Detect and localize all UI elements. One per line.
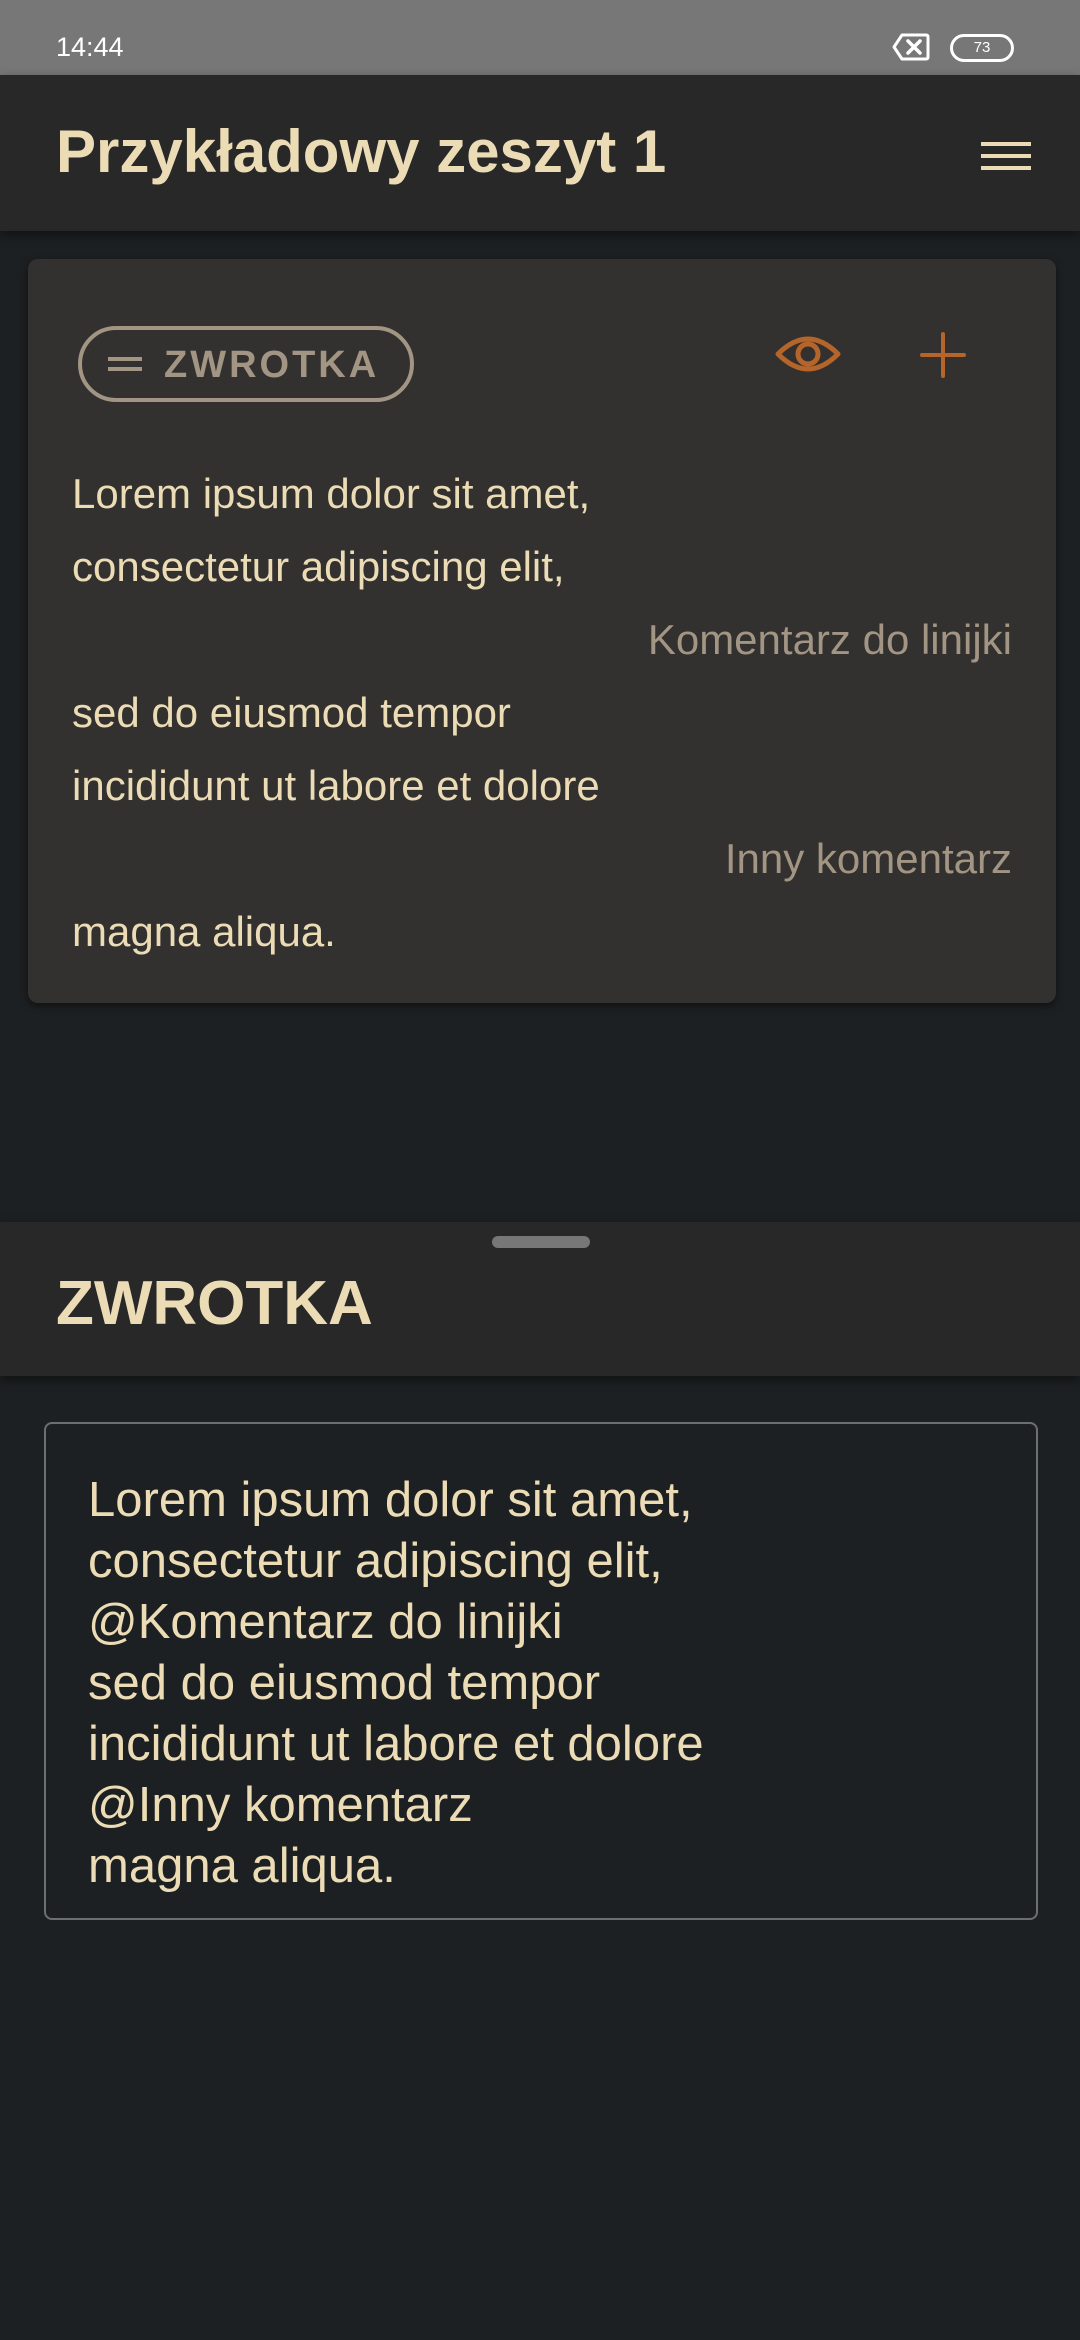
editor-line: magna aliqua. — [88, 1839, 396, 1893]
editor-line: Lorem ipsum dolor sit amet, — [88, 1473, 693, 1527]
hamburger-menu-icon — [981, 142, 1031, 170]
verse-type-chip[interactable]: ZWROTKA — [78, 326, 414, 402]
toggle-preview-button[interactable] — [768, 324, 848, 384]
status-time: 14:44 — [56, 32, 124, 62]
bottom-sheet-header: ZWROTKA — [0, 1222, 1080, 1376]
verse-line: sed do eiusmod tempor — [72, 689, 511, 736]
verse-card: ZWROTKA Lorem ipsum dolor sit amet, cons… — [28, 259, 1056, 1003]
menu-button[interactable] — [970, 131, 1040, 181]
editor-line: consectetur adipiscing elit, — [88, 1534, 663, 1588]
verse-line: magna aliqua. — [72, 908, 336, 955]
line-comment: Komentarz do linijki — [647, 616, 1012, 663]
editor-line: @Inny komentarz — [88, 1778, 473, 1832]
editor-line: @Komentarz do linijki — [88, 1595, 563, 1649]
status-bar: 14:44 73 — [0, 0, 1080, 75]
chip-label: ZWROTKA — [164, 344, 380, 386]
add-line-button[interactable] — [912, 324, 974, 386]
sheet-title: ZWROTKA — [56, 1269, 373, 1338]
editor-content: Lorem ipsum dolor sit amet, consectetur … — [88, 1470, 988, 1897]
editor-line: sed do eiusmod tempor — [88, 1656, 601, 1710]
drag-handle-icon — [108, 357, 142, 371]
line-comment: Inny komentarz — [724, 835, 1012, 882]
close-box-icon — [892, 32, 930, 62]
sheet-drag-handle[interactable] — [492, 1236, 590, 1248]
verse-line: Lorem ipsum dolor sit amet, — [72, 470, 591, 517]
verse-text-editor[interactable]: Lorem ipsum dolor sit amet, consectetur … — [44, 1422, 1038, 1920]
eye-icon — [775, 336, 841, 372]
editor-line: incididunt ut labore et dolore — [88, 1717, 704, 1771]
verse-lines: Lorem ipsum dolor sit amet, consectetur … — [72, 457, 1012, 968]
verse-line: consectetur adipiscing elit, — [72, 543, 565, 590]
plus-icon — [920, 332, 966, 378]
verse-line: incididunt ut labore et dolore — [72, 762, 600, 809]
app-bar: Przykładowy zeszyt 1 — [0, 75, 1080, 231]
page-title: Przykładowy zeszyt 1 — [56, 118, 667, 185]
battery-indicator: 73 — [950, 34, 1014, 62]
